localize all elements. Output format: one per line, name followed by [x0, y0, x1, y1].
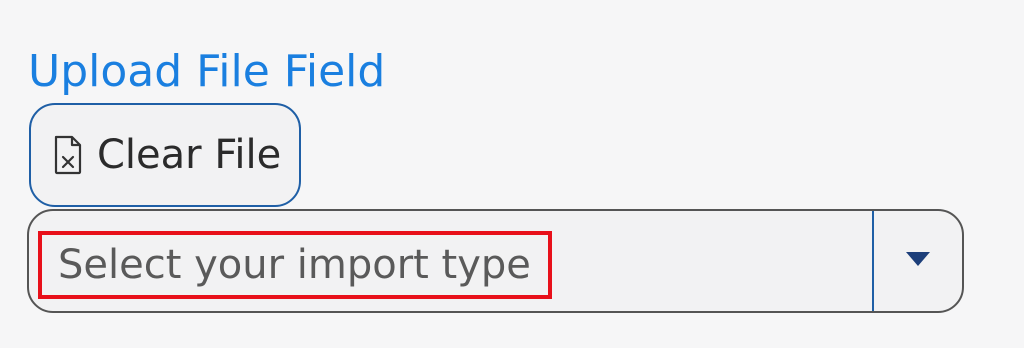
clear-file-button[interactable]: Clear File — [29, 103, 301, 207]
file-x-icon — [53, 135, 83, 175]
select-dropdown-toggle[interactable] — [874, 211, 962, 311]
clear-file-label: Clear File — [97, 132, 282, 178]
select-value-area[interactable]: Select your import type — [29, 211, 872, 311]
import-type-select[interactable]: Select your import type — [27, 209, 964, 313]
import-type-placeholder[interactable]: Select your import type — [38, 231, 552, 299]
upload-form: Upload File Field Clear File Select your… — [0, 0, 1024, 348]
caret-down-icon — [905, 251, 931, 271]
upload-field-label: Upload File Field — [28, 46, 386, 97]
